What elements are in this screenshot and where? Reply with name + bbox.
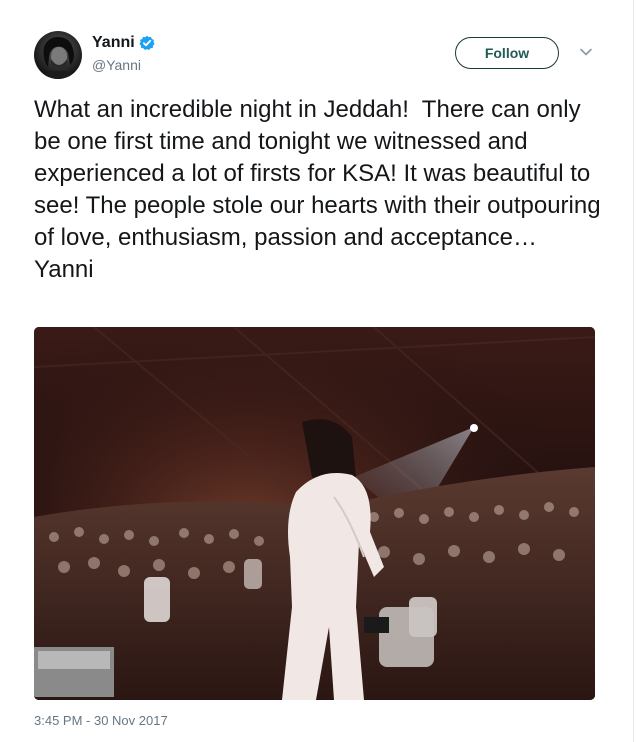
follow-button[interactable]: Follow (455, 37, 559, 69)
tweet-timestamp[interactable]: 3:45 PM - 30 Nov 2017 (34, 713, 168, 728)
avatar[interactable] (34, 31, 82, 79)
verified-badge-icon (139, 35, 155, 51)
display-name[interactable]: Yanni (92, 34, 135, 52)
tweet-card: Yanni @Yanni Follow What an incredible n… (0, 0, 634, 742)
author-name-row: Yanni (92, 34, 155, 52)
chevron-down-icon[interactable] (578, 44, 594, 60)
user-handle[interactable]: @Yanni (92, 57, 141, 73)
tweet-text: What an incredible night in Jeddah! Ther… (34, 96, 601, 283)
tweet-photo[interactable] (34, 327, 595, 700)
